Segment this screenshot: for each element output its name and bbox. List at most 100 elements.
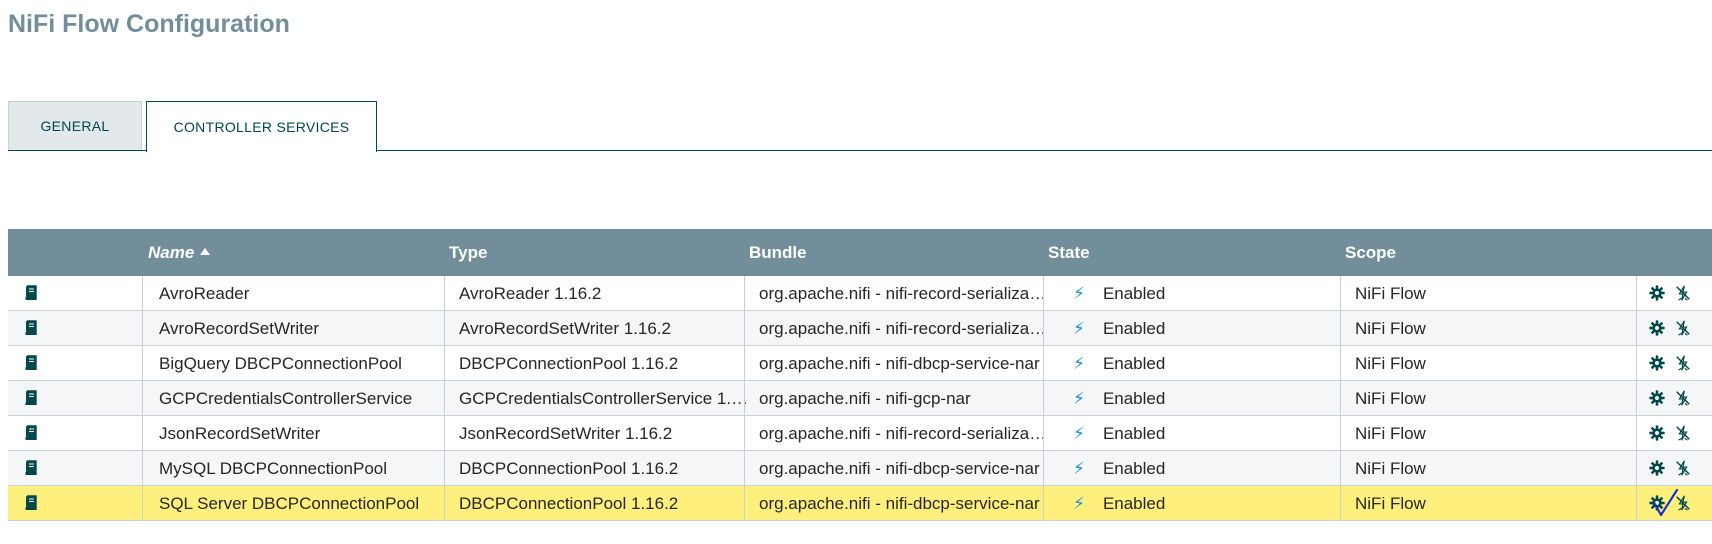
gear-icon[interactable]	[1648, 319, 1666, 337]
documentation-book-icon[interactable]	[24, 355, 37, 371]
column-separator	[744, 346, 745, 381]
cell-type: DBCPConnectionPool 1.16.2	[459, 494, 679, 513]
disable-lightning-icon[interactable]	[1674, 459, 1692, 477]
disable-lightning-icon[interactable]	[1674, 284, 1692, 302]
disable-lightning-icon[interactable]	[1674, 424, 1692, 442]
lightning-bolt-icon: ⚡︎	[1073, 459, 1085, 478]
column-separator	[744, 381, 745, 416]
documentation-book-icon[interactable]	[24, 495, 37, 511]
tab-controller-services[interactable]: CONTROLLER SERVICES	[146, 101, 377, 152]
gear-icon[interactable]	[1648, 459, 1666, 477]
documentation-book-icon[interactable]	[24, 460, 37, 476]
column-separator	[1043, 311, 1044, 346]
disable-lightning-icon[interactable]	[1674, 354, 1692, 372]
row-actions	[1648, 311, 1712, 346]
cell-bundle: org.apache.nifi - nifi-dbcp-service-nar	[759, 459, 1040, 478]
cell-scope: NiFi Flow	[1355, 459, 1426, 478]
controller-services-table: Name Type Bundle State Scope AvroReader A…	[8, 229, 1712, 521]
documentation-book-icon[interactable]	[24, 425, 37, 441]
gear-icon[interactable]	[1648, 424, 1666, 442]
cell-bundle: org.apache.nifi - nifi-record-serializat…	[759, 319, 1049, 338]
cell-name: AvroReader	[159, 284, 250, 303]
column-separator	[1340, 381, 1341, 416]
column-separator	[1043, 276, 1044, 311]
documentation-book-icon[interactable]	[24, 285, 37, 301]
gear-icon[interactable]	[1648, 354, 1666, 372]
disable-lightning-icon[interactable]	[1674, 389, 1692, 407]
state-label: Enabled	[1102, 284, 1166, 303]
cell-scope: NiFi Flow	[1355, 284, 1426, 303]
state-label: Enabled	[1102, 459, 1166, 478]
cell-type: GCPCredentialsControllerService 1.16.2	[459, 389, 749, 408]
cell-type: DBCPConnectionPool 1.16.2	[459, 354, 679, 373]
table-row[interactable]: AvroReader AvroReader 1.16.2 org.apache.ni…	[8, 276, 1712, 311]
cell-scope: NiFi Flow	[1355, 389, 1426, 408]
column-separator	[1043, 381, 1044, 416]
state-label: Enabled	[1102, 424, 1166, 443]
row-actions	[1648, 381, 1712, 416]
column-header-bundle[interactable]: Bundle	[749, 229, 807, 276]
gear-icon[interactable]	[1648, 284, 1666, 302]
column-header-name-label: Name	[148, 243, 195, 262]
cell-scope: NiFi Flow	[1355, 354, 1426, 373]
table-row[interactable]: AvroRecordSetWriter AvroRecordSetWriter 1…	[8, 311, 1712, 346]
cell-state: ⚡︎ Enabled	[1059, 486, 1349, 521]
cell-state: ⚡︎ Enabled	[1059, 311, 1349, 346]
column-header-type[interactable]: Type	[449, 229, 487, 276]
row-actions	[1648, 416, 1712, 451]
tab-general[interactable]: GENERAL	[8, 101, 142, 150]
table-row[interactable]: MySQL DBCPConnectionPool DBCPConnectionPo…	[8, 451, 1712, 486]
column-separator	[142, 381, 143, 416]
lightning-bolt-icon: ⚡︎	[1073, 284, 1085, 303]
column-separator	[142, 346, 143, 381]
column-header-state[interactable]: State	[1048, 229, 1090, 276]
lightning-bolt-icon: ⚡︎	[1073, 354, 1085, 373]
cell-scope: NiFi Flow	[1355, 494, 1426, 513]
cell-type: AvroRecordSetWriter 1.16.2	[459, 319, 671, 338]
column-separator	[744, 451, 745, 486]
column-separator	[444, 486, 445, 521]
column-separator	[1636, 346, 1637, 381]
lightning-bolt-icon: ⚡︎	[1073, 494, 1085, 513]
state-label: Enabled	[1102, 319, 1166, 338]
page-title: NiFi Flow Configuration	[8, 10, 290, 38]
column-separator	[1340, 486, 1341, 521]
cell-state: ⚡︎ Enabled	[1059, 276, 1349, 311]
cell-bundle: org.apache.nifi - nifi-dbcp-service-nar	[759, 354, 1040, 373]
column-separator	[744, 276, 745, 311]
column-separator	[1636, 381, 1637, 416]
column-separator	[1043, 346, 1044, 381]
column-separator	[142, 486, 143, 521]
cell-type: JsonRecordSetWriter 1.16.2	[459, 424, 673, 443]
disable-lightning-icon[interactable]	[1674, 319, 1692, 337]
column-separator	[1043, 416, 1044, 451]
cell-state: ⚡︎ Enabled	[1059, 346, 1349, 381]
row-actions	[1648, 346, 1712, 381]
sort-ascending-icon	[200, 248, 211, 256]
cell-name: AvroRecordSetWriter	[159, 319, 319, 338]
column-separator	[444, 276, 445, 311]
state-label: Enabled	[1102, 494, 1166, 513]
table-row[interactable]: GCPCredentialsControllerService GCPCreden…	[8, 381, 1712, 416]
documentation-book-icon[interactable]	[24, 320, 37, 336]
row-actions	[1648, 276, 1712, 311]
table-row[interactable]: SQL Server DBCPConnectionPool DBCPConnect…	[8, 486, 1712, 521]
cell-bundle: org.apache.nifi - nifi-dbcp-service-nar	[759, 494, 1040, 513]
column-header-name[interactable]: Name	[148, 229, 211, 276]
cell-type: AvroReader 1.16.2	[459, 284, 602, 303]
gear-icon[interactable]	[1648, 389, 1666, 407]
cell-bundle: org.apache.nifi - nifi-record-serializat…	[759, 284, 1049, 303]
cell-type: DBCPConnectionPool 1.16.2	[459, 459, 679, 478]
table-row[interactable]: JsonRecordSetWriter JsonRecordSetWriter 1…	[8, 416, 1712, 451]
column-separator	[142, 451, 143, 486]
state-label: Enabled	[1102, 389, 1166, 408]
column-separator	[142, 416, 143, 451]
documentation-book-icon[interactable]	[24, 390, 37, 406]
column-separator	[1043, 486, 1044, 521]
table-row[interactable]: BigQuery DBCPConnectionPool DBCPConnectio…	[8, 346, 1712, 381]
column-header-scope[interactable]: Scope	[1345, 229, 1396, 276]
cell-name: MySQL DBCPConnectionPool	[159, 459, 388, 478]
cell-bundle: org.apache.nifi - nifi-record-serializat…	[759, 424, 1049, 443]
column-separator	[142, 311, 143, 346]
column-separator	[1340, 451, 1341, 486]
